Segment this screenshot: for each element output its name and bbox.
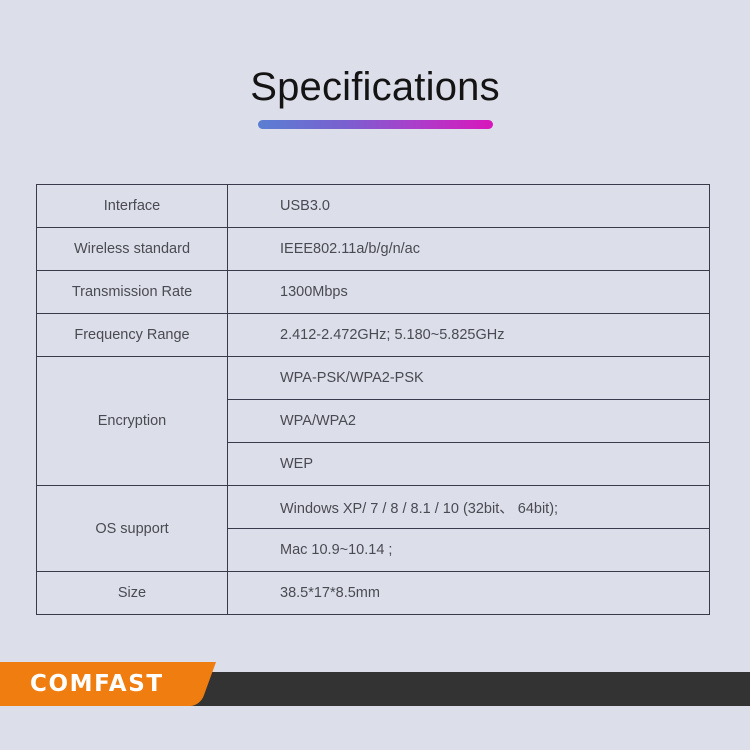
table-row: OS support Windows XP/ 7 / 8 / 8.1 / 10 (… bbox=[36, 485, 710, 572]
spec-value-cell: WPA-PSK/WPA2-PSK bbox=[227, 356, 710, 400]
spec-label-cell: Size bbox=[36, 571, 228, 615]
spec-value-cell: 1300Mbps bbox=[227, 270, 710, 314]
spec-value-cell: WEP bbox=[227, 442, 710, 486]
spec-value-cell: WPA/WPA2 bbox=[227, 399, 710, 443]
spec-value-cell: USB3.0 bbox=[227, 184, 710, 228]
spec-label-cell: Transmission Rate bbox=[36, 270, 228, 314]
footer-dark-bar-fill bbox=[180, 672, 750, 706]
page-title: Specifications bbox=[250, 65, 500, 109]
spec-label-cell: OS support bbox=[36, 485, 228, 572]
specifications-table: Interface USB3.0 Wireless standard IEEE802.… bbox=[36, 184, 710, 615]
table-row: Size 38.5*17*8.5mm bbox=[36, 571, 710, 615]
spec-value-cell: 38.5*17*8.5mm bbox=[227, 571, 710, 615]
table-row: Transmission Rate 1300Mbps bbox=[36, 270, 710, 314]
table-row: Interface USB3.0 bbox=[36, 184, 710, 228]
spec-value-cell: IEEE802.11a/b/g/n/ac bbox=[227, 227, 710, 271]
footer-bar: COMFAST bbox=[0, 662, 750, 706]
spec-label-cell: Encryption bbox=[36, 356, 228, 486]
spec-label-cell: Wireless standard bbox=[36, 227, 228, 271]
table-row: Wireless standard IEEE802.11a/b/g/n/ac bbox=[36, 227, 710, 271]
spec-label-cell: Frequency Range bbox=[36, 313, 228, 357]
title-gradient-underline bbox=[257, 120, 493, 129]
page-header: Specifications bbox=[0, 62, 750, 129]
table-row: Frequency Range 2.412-2.472GHz; 5.180~5.8… bbox=[36, 313, 710, 357]
brand-logo-text: COMFAST bbox=[30, 671, 164, 697]
spec-value-cell: Mac 10.9~10.14 ; bbox=[227, 528, 710, 572]
spec-label-cell: Interface bbox=[36, 184, 228, 228]
table-row: Encryption WPA-PSK/WPA2-PSK bbox=[36, 356, 710, 486]
specifications-table-body: Interface USB3.0 Wireless standard IEEE802.… bbox=[36, 184, 710, 615]
spec-value-cell: 2.412-2.472GHz; 5.180~5.825GHz bbox=[227, 313, 710, 357]
spec-value-cell: Windows XP/ 7 / 8 / 8.1 / 10 (32bit、 64b… bbox=[227, 485, 710, 529]
